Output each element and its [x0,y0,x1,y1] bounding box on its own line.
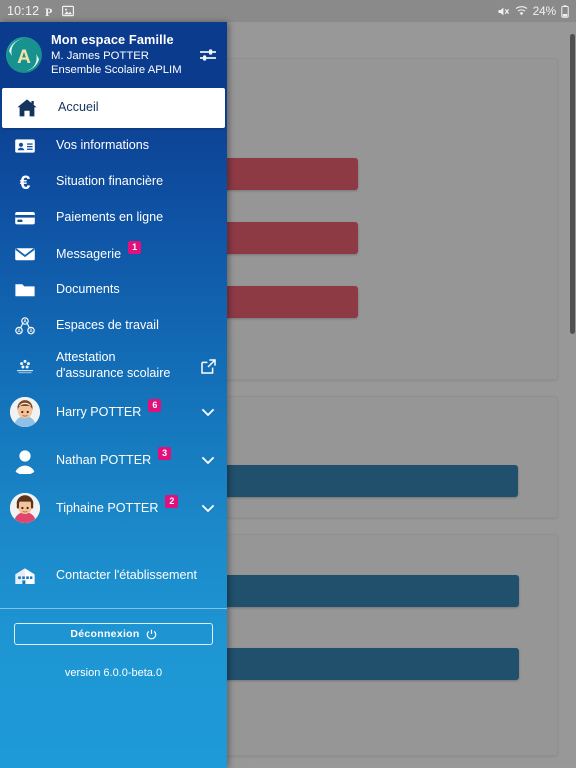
credit-card-icon [8,207,42,229]
sidebar-item-text: Messagerie [56,246,122,261]
tune-sliders-icon[interactable] [197,44,219,66]
sidebar-item-accueil[interactable]: Accueil [2,88,225,128]
euro-icon: € [8,171,42,193]
status-bar-right: 24% [497,4,569,18]
sidebar-item-vos-informations[interactable]: Vos informations [0,128,227,164]
wifi-icon [515,5,528,17]
sidebar-item-child-harry-potter[interactable]: Harry POTTER 6 [0,388,227,436]
logout-section: Déconnexion version 6.0.0-beta.0 [0,609,227,679]
app-version: version 6.0.0-beta.0 [64,667,163,679]
status-badge: 3 [158,446,172,460]
sidebar-item-attestation-assurance-scolaire[interactable]: Attestation d'assurance scolaire [0,344,227,388]
app-title: Mon espace Famille [51,32,174,48]
sidebar-item-messagerie[interactable]: Messagerie 1 [0,236,227,272]
status-badge: 2 [165,494,179,508]
drawer-header: A Mon espace Famille M. James POTTER Ens… [0,22,227,88]
school-building-icon [8,565,42,587]
child-name-label: Nathan POTTER 3 [56,446,172,469]
child-name-text: Harry POTTER [56,404,142,419]
account-user-name: M. James POTTER [51,49,149,62]
default-person-avatar [8,445,42,475]
chevron-down-icon[interactable] [199,451,217,469]
navigation-drawer: A Mon espace Famille M. James POTTER Ens… [0,22,227,768]
home-icon [10,97,44,119]
power-icon [146,629,157,640]
sidebar-item-situation-financiere[interactable]: € Situation financière [0,164,227,200]
chevron-down-icon[interactable] [199,499,217,517]
mute-icon [497,5,510,18]
logout-button[interactable]: Déconnexion [14,623,213,645]
status-bar: 10:12 P 24% [0,0,576,22]
sidebar-item-label: Situation financière [56,174,164,189]
child-name-text: Nathan POTTER [56,452,152,467]
battery-icon [561,4,569,18]
vertical-scrollbar[interactable] [569,22,576,768]
aplim-logo: A [6,37,42,73]
sidebar-item-child-nathan-potter[interactable]: Nathan POTTER 3 [0,436,227,484]
sidebar-item-label: Accueil [58,100,99,115]
avatar [10,445,40,475]
envelope-icon [8,243,42,265]
girl-avatar [8,493,42,523]
sidebar-item-label: Contacter l'établissement [56,568,198,583]
status-bar-clock: 10:12 [7,4,40,18]
svg-text:P: P [45,5,52,18]
child-name-label: Tiphaine POTTER 2 [56,494,179,517]
external-link-icon[interactable] [200,358,217,375]
sidebar-item-espaces-de-travail[interactable]: A A A Espaces de travail [0,308,227,344]
status-badge: 1 [128,240,142,254]
chevron-down-icon[interactable] [199,403,217,421]
child-name-text: Tiphaine POTTER [56,500,159,515]
sidebar-item-label: Attestation d'assurance scolaire [56,350,171,380]
scrollbar-thumb[interactable] [570,34,575,334]
image-icon [62,5,75,17]
workspace-network-icon: A A A [8,315,42,337]
boy-avatar [8,397,42,427]
sidebar-item-label: Messagerie 1 [56,240,142,263]
child-name-label: Harry POTTER 6 [56,398,162,421]
folder-icon [8,279,42,301]
sidebar-item-documents[interactable]: Documents [0,272,227,308]
avatar [10,493,40,523]
sidebar-item-label: Espaces de travail [56,318,159,333]
battery-percentage: 24% [532,4,557,18]
sidebar-item-label: Vos informations [56,138,150,153]
sidebar-item-label: Paiements en ligne [56,210,164,225]
school-name: Ensemble Scolaire APLIM [51,64,182,77]
drawer-menu: Accueil Vos informations € Situation fin… [0,88,227,679]
avatar [10,397,40,427]
pinterest-p-icon: P [45,5,56,18]
id-card-icon [8,135,42,157]
status-bar-left: 10:12 P [7,4,75,18]
app-root: 10:12 P 24% dossier d'inscription [0,0,576,768]
logout-label: Déconnexion [70,628,140,640]
sidebar-item-contacter-etablissement[interactable]: Contacter l'établissement [0,558,227,594]
svg-text:A: A [17,47,31,68]
insurance-logo-icon [8,355,42,377]
sidebar-item-child-tiphaine-potter[interactable]: Tiphaine POTTER 2 [0,484,227,532]
sidebar-item-label: Documents [56,282,120,297]
sidebar-item-paiements-en-ligne[interactable]: Paiements en ligne [0,200,227,236]
svg-text:€: € [20,173,31,193]
status-badge: 6 [148,398,162,412]
drawer-header-text: Mon espace Famille M. James POTTER Ensem… [51,32,182,77]
